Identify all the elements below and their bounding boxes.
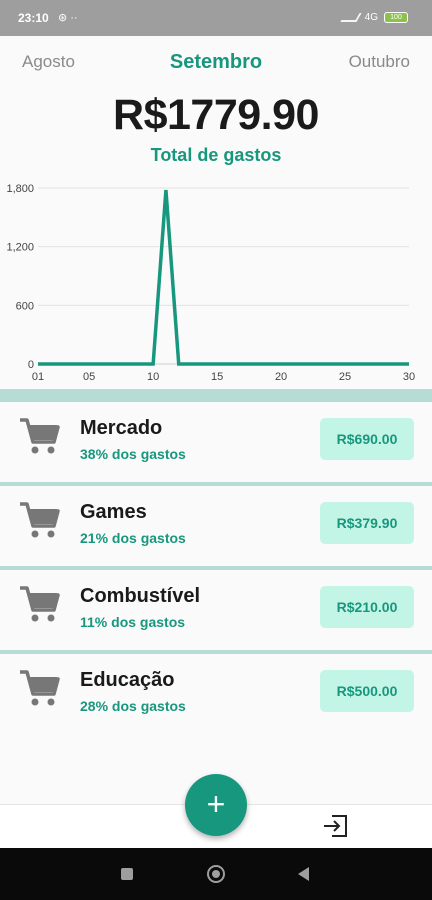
total-amount: R$1779.90 (113, 91, 319, 139)
month-nav: Agosto Setembro Outubro (0, 51, 432, 78)
battery-icon: 100 (384, 12, 408, 23)
category-name: Games (80, 501, 147, 523)
category-percent: 38% dos gastos (80, 446, 186, 462)
x-tick-label: 10 (147, 371, 159, 383)
cart-icon (20, 418, 60, 454)
category-name: Educação (80, 669, 175, 691)
status-time: 23:10 (18, 11, 49, 25)
category-percent: 21% dos gastos (80, 530, 186, 546)
series-line (38, 189, 409, 366)
expense-item-combustivel[interactable]: Combustível 11% dos gastos R$210.00 (0, 570, 432, 650)
expense-item-mercado[interactable]: Mercado 38% dos gastos R$690.00 (0, 402, 432, 482)
expense-item-educacao[interactable]: Educação 28% dos gastos R$500.00 (0, 654, 432, 734)
y-tick-label: 1,800 (6, 183, 34, 195)
amount-badge: R$690.00 (320, 418, 414, 460)
category-percent: 28% dos gastos (80, 698, 186, 714)
logout-icon[interactable] (322, 814, 350, 838)
x-tick-label: 01 (32, 371, 44, 383)
next-month-button[interactable]: Outubro (349, 52, 410, 72)
cart-icon (20, 670, 60, 706)
x-tick-label: 20 (275, 371, 287, 383)
system-nav-bar (0, 848, 432, 900)
x-tick-label: 30 (403, 371, 415, 383)
home-button[interactable] (207, 865, 225, 883)
expenses-line-chart: 0 600 1,200 1,800 01 05 10 15 20 25 30 (6, 183, 415, 383)
chart-divider (0, 389, 432, 402)
network-label: 4G (364, 12, 378, 23)
y-tick-label: 0 (28, 359, 34, 371)
cart-icon (20, 502, 60, 538)
category-name: Combustível (80, 585, 201, 607)
back-button[interactable] (298, 867, 309, 881)
amount-badge: R$500.00 (320, 670, 414, 712)
category-percent: 11% dos gastos (80, 614, 186, 630)
notification-icons: ⊛ ·· (58, 12, 78, 24)
expense-item-games[interactable]: Games 21% dos gastos R$379.90 (0, 486, 432, 566)
x-tick-label: 25 (339, 371, 351, 383)
status-right: 4G 100 (340, 12, 408, 23)
recent-apps-button[interactable] (121, 868, 133, 880)
x-tick-label: 15 (211, 371, 223, 383)
status-bar: 23:10 ⊛ ·· 4G 100 (0, 0, 432, 36)
y-tick-label: 600 (16, 300, 34, 312)
add-expense-button[interactable]: + (185, 774, 247, 836)
x-tick-label: 05 (83, 371, 95, 383)
total-label: Total de gastos (150, 145, 282, 165)
current-month-title: Setembro (169, 51, 263, 73)
category-name: Mercado (80, 417, 163, 439)
cart-icon (20, 586, 60, 622)
amount-badge: R$379.90 (320, 502, 414, 544)
signal-icon (340, 13, 362, 22)
y-tick-label: 1,200 (6, 242, 34, 254)
amount-badge: R$210.00 (320, 586, 414, 628)
previous-month-button[interactable]: Agosto (22, 52, 75, 72)
